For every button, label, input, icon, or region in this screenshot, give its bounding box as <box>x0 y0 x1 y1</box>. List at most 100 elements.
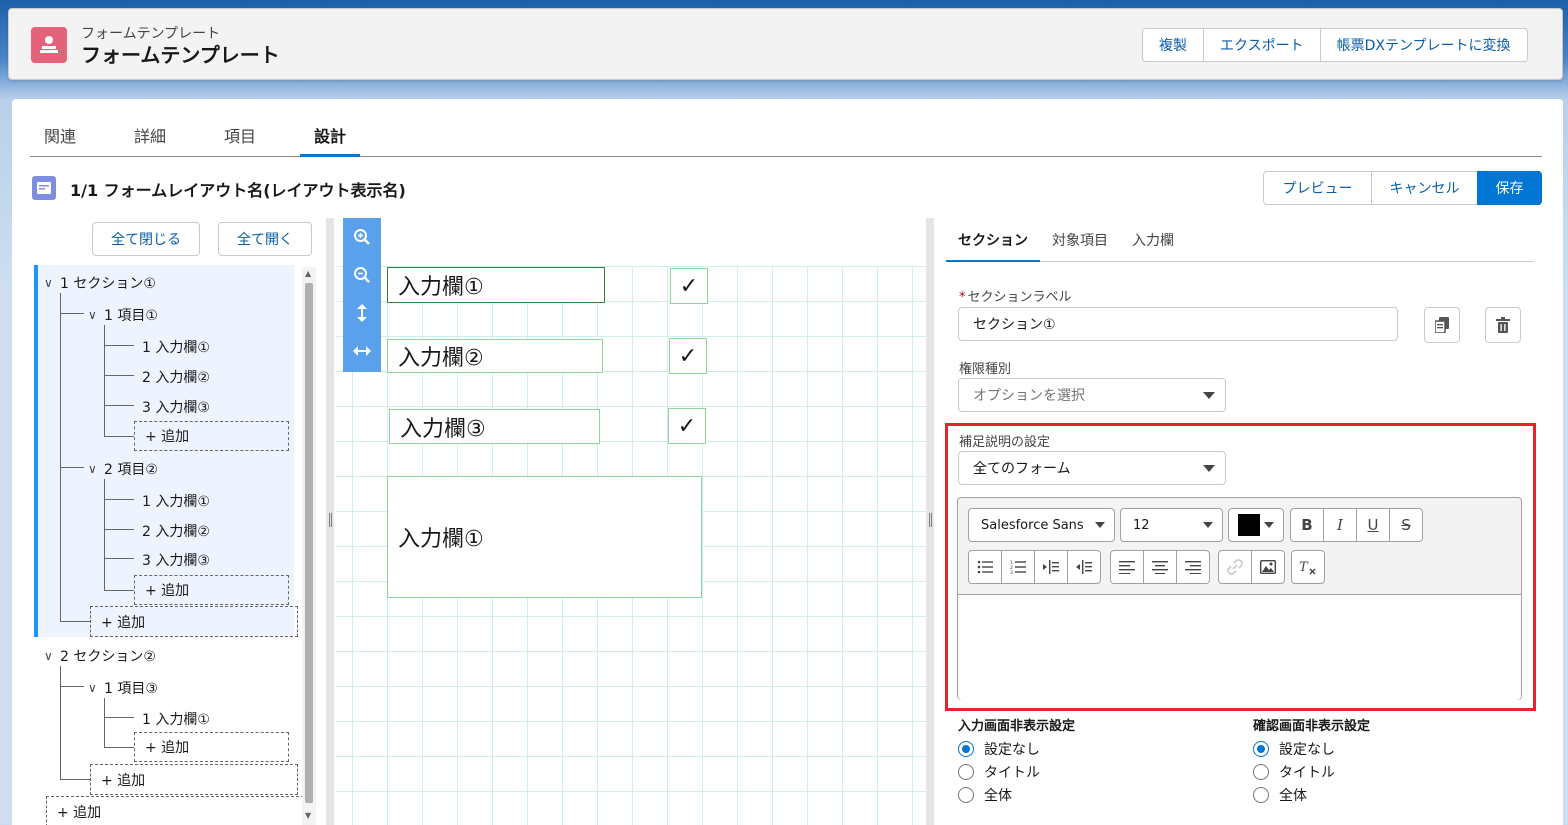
numbered-list-icon[interactable]: 123 <box>1001 550 1035 584</box>
align-right-icon[interactable] <box>1176 550 1210 584</box>
add-item-button[interactable]: + 追加 <box>90 606 298 637</box>
tree-section-1[interactable]: ∨ 1 セクション① <box>44 273 156 293</box>
save-button[interactable]: 保存 <box>1477 171 1542 205</box>
input-hide-option-all[interactable]: 全体 <box>958 785 1012 805</box>
radio-icon[interactable] <box>1253 764 1269 780</box>
underline-button[interactable]: U <box>1356 508 1390 542</box>
copy-button[interactable] <box>1424 307 1460 343</box>
tree-section-2[interactable]: ∨ 2 セクション② <box>44 646 156 666</box>
tab-section[interactable]: セクション <box>946 218 1040 262</box>
input-hide-option-none[interactable]: 設定なし <box>958 739 1040 759</box>
zoom-toolbar <box>343 218 381 372</box>
delete-button[interactable] <box>1485 307 1521 343</box>
tree-scrollbar[interactable]: ▲ ▼ <box>302 267 316 825</box>
tab-design[interactable]: 設計 <box>300 113 361 157</box>
radio-checked-icon[interactable] <box>1253 741 1269 757</box>
left-splitter[interactable]: ║ <box>326 218 334 825</box>
design-canvas[interactable]: 入力欄① ✓ 入力欄② ✓ 入力欄③ ✓ 入力欄① <box>336 218 926 825</box>
preview-button[interactable]: プレビュー <box>1263 171 1372 205</box>
chevron-down-icon[interactable]: ∨ <box>44 276 60 290</box>
input-hide-option-title[interactable]: タイトル <box>958 762 1040 782</box>
italic-button[interactable]: I <box>1323 508 1357 542</box>
canvas-checkbox-2[interactable]: ✓ <box>669 338 707 374</box>
convert-template-button[interactable]: 帳票DXテンプレートに変換 <box>1319 28 1528 62</box>
canvas-field-1[interactable]: 入力欄① <box>387 267 605 303</box>
tree-field[interactable]: 1 入力欄① <box>142 709 210 729</box>
tab-details[interactable]: 詳細 <box>120 113 180 157</box>
indent-icon[interactable] <box>1034 550 1068 584</box>
supplement-select[interactable]: 全てのフォーム <box>958 451 1226 485</box>
canvas-field-2[interactable]: 入力欄② <box>387 339 603 373</box>
rich-text-body[interactable] <box>958 594 1521 700</box>
tab-related[interactable]: 関連 <box>30 113 90 157</box>
align-center-icon[interactable] <box>1143 550 1177 584</box>
add-section-button[interactable]: + 追加 <box>46 796 304 825</box>
tree-field[interactable]: 1 入力欄① <box>142 337 210 357</box>
tree-field[interactable]: 2 入力欄② <box>142 521 210 541</box>
font-size-select[interactable]: 12 <box>1120 508 1223 542</box>
tab-input-field[interactable]: 入力欄 <box>1120 218 1186 262</box>
insert-group <box>1218 550 1285 584</box>
zoom-in-icon[interactable] <box>343 218 381 256</box>
chevron-down-icon[interactable]: ∨ <box>44 649 60 663</box>
fit-height-icon[interactable] <box>343 294 381 332</box>
drag-handle-icon[interactable]: ║ <box>327 513 334 527</box>
export-button[interactable]: エクスポート <box>1203 28 1321 62</box>
tree-field[interactable]: 3 入力欄③ <box>142 550 210 570</box>
section-label-input[interactable]: セクション① <box>958 307 1398 341</box>
font-family-select[interactable]: Salesforce Sans <box>968 508 1115 542</box>
tab-target-item[interactable]: 対象項目 <box>1040 218 1120 262</box>
link-icon[interactable] <box>1218 550 1252 584</box>
tab-fields[interactable]: 項目 <box>210 113 270 157</box>
chevron-down-icon[interactable]: ∨ <box>88 681 104 695</box>
supplement-label: 補足説明の設定 <box>959 435 1051 450</box>
strikethrough-button[interactable]: S <box>1389 508 1423 542</box>
zoom-out-icon[interactable] <box>343 256 381 294</box>
tree-item-1[interactable]: ∨ 1 項目① <box>88 305 158 325</box>
tree-item-2[interactable]: ∨ 2 項目② <box>88 459 158 479</box>
add-field-button[interactable]: + 追加 <box>134 575 289 605</box>
scroll-up-icon[interactable]: ▲ <box>305 269 311 278</box>
image-icon[interactable] <box>1251 550 1285 584</box>
tree-field[interactable]: 3 入力欄③ <box>142 397 210 417</box>
chevron-down-icon[interactable]: ∨ <box>88 308 104 322</box>
bullet-list-icon[interactable] <box>968 550 1002 584</box>
canvas-field-3[interactable]: 入力欄③ <box>389 409 600 444</box>
tree-line <box>104 529 134 530</box>
add-item-button[interactable]: + 追加 <box>90 764 298 795</box>
add-field-button[interactable]: + 追加 <box>134 732 289 762</box>
clear-format-icon[interactable]: T <box>1291 550 1325 584</box>
confirm-hide-option-title[interactable]: タイトル <box>1253 762 1335 782</box>
canvas-field-4[interactable]: 入力欄① <box>387 476 702 598</box>
confirm-hide-option-all[interactable]: 全体 <box>1253 785 1307 805</box>
canvas-checkbox-3[interactable]: ✓ <box>668 408 706 444</box>
scroll-down-icon[interactable]: ▼ <box>305 811 311 820</box>
canvas-checkbox-1[interactable]: ✓ <box>670 268 708 304</box>
add-field-button[interactable]: + 追加 <box>134 421 289 451</box>
outdent-icon[interactable] <box>1067 550 1101 584</box>
radio-checked-icon[interactable] <box>958 741 974 757</box>
radio-icon[interactable] <box>958 787 974 803</box>
collapse-all-button[interactable]: 全て閉じる <box>92 222 200 256</box>
tree-field[interactable]: 1 入力欄① <box>142 491 210 511</box>
radio-icon[interactable] <box>958 764 974 780</box>
duplicate-button[interactable]: 複製 <box>1142 28 1204 62</box>
right-splitter[interactable]: ║ <box>926 218 934 825</box>
chevron-down-icon[interactable]: ∨ <box>88 462 104 476</box>
bold-button[interactable]: B <box>1290 508 1324 542</box>
expand-all-button[interactable]: 全て開く <box>218 222 312 256</box>
section-label-label: * セクションラベル <box>959 290 1072 305</box>
tree-line <box>60 313 84 314</box>
tree-field[interactable]: 2 入力欄② <box>142 367 210 387</box>
drag-handle-icon[interactable]: ║ <box>927 513 934 527</box>
align-left-icon[interactable] <box>1110 550 1144 584</box>
radio-icon[interactable] <box>1253 787 1269 803</box>
fit-width-icon[interactable] <box>343 332 381 370</box>
cancel-button[interactable]: キャンセル <box>1371 171 1478 205</box>
permission-select[interactable]: オプションを選択 <box>958 378 1226 412</box>
tree-item-3[interactable]: ∨ 1 項目③ <box>88 678 158 698</box>
scroll-thumb[interactable] <box>305 283 313 803</box>
confirm-hide-option-none[interactable]: 設定なし <box>1253 739 1335 759</box>
font-color-select[interactable] <box>1228 508 1284 542</box>
record-header: フォームテンプレート フォームテンプレート 複製 エクスポート 帳票DXテンプレ… <box>8 8 1563 80</box>
